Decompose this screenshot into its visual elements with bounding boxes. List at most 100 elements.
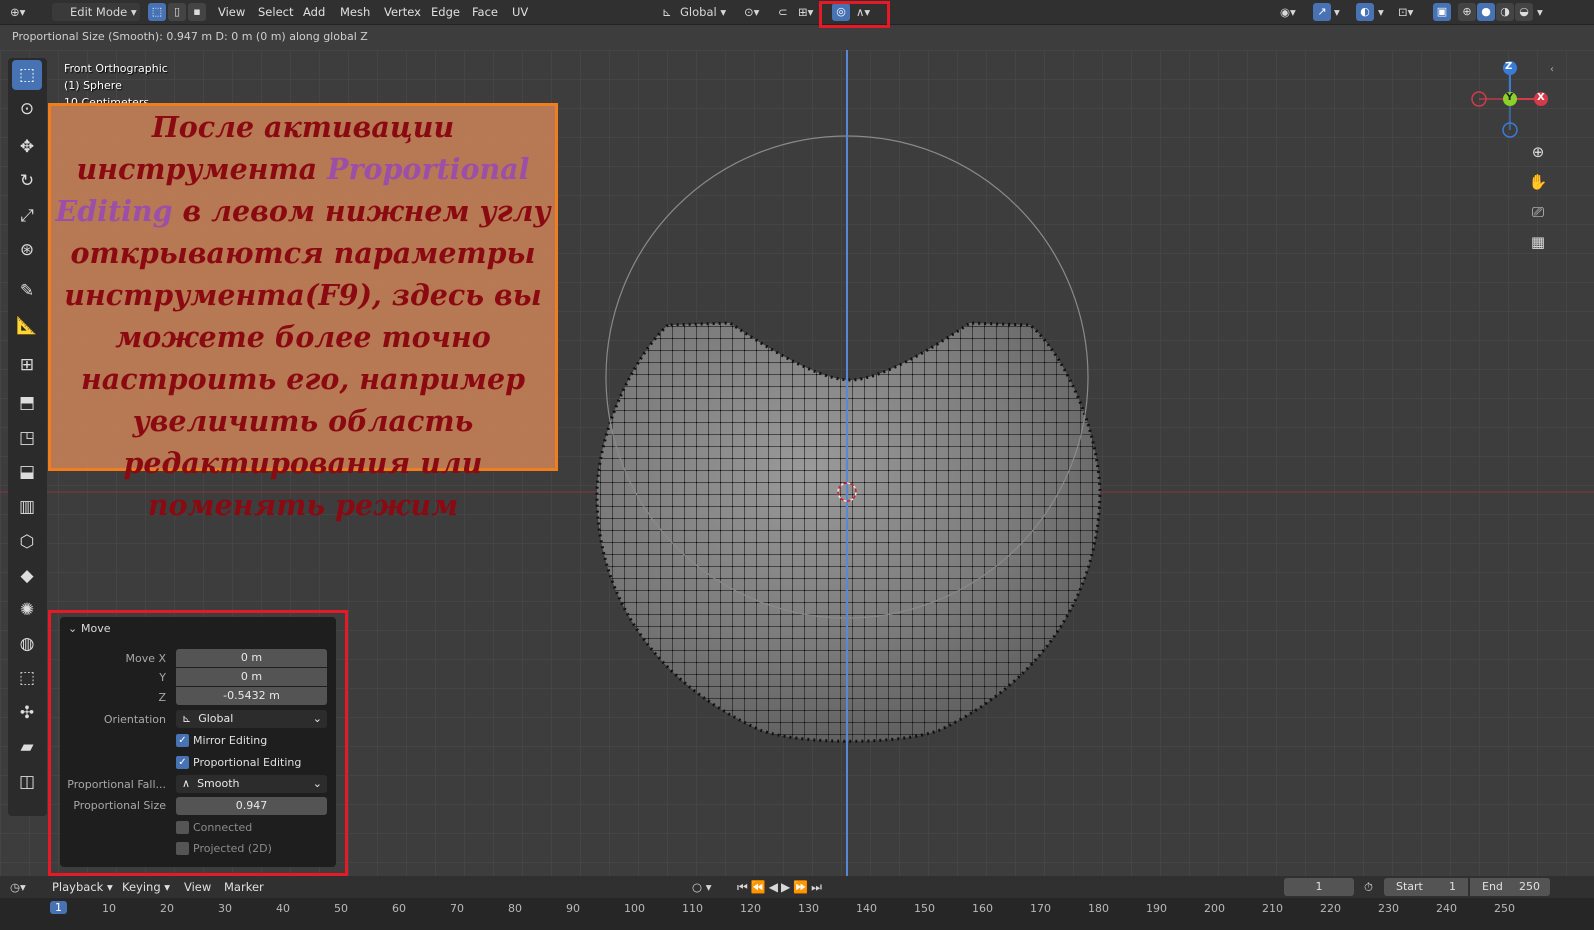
extrude-tool-icon[interactable]: ⬒ [12, 388, 42, 418]
menu-view[interactable]: View [212, 3, 251, 21]
ortho-grid-icon[interactable]: ▦ [1525, 229, 1551, 255]
shading-material-icon[interactable]: ◑ [1496, 3, 1514, 21]
menu-marker[interactable]: Marker [218, 878, 270, 896]
connected-label[interactable]: Connected [193, 821, 252, 834]
cursor-tool-icon[interactable]: ⊙ [12, 94, 42, 124]
shrink-fatten-tool-icon[interactable]: ✣ [12, 698, 42, 728]
menu-edge[interactable]: Edge [425, 3, 466, 21]
shear-tool-icon[interactable]: ▰ [12, 732, 42, 762]
proportional-editing-label[interactable]: Proportional Editing [193, 756, 301, 769]
menu-uv[interactable]: UV [506, 3, 534, 21]
proportional-size-field[interactable]: 0.947 [176, 797, 327, 815]
move-x-field[interactable]: 0 m [176, 649, 327, 667]
timeline-tick: 10 [102, 902, 116, 915]
select-box-icon[interactable]: ⬚ [12, 60, 42, 90]
menu-face[interactable]: Face [466, 3, 504, 21]
rip-tool-icon[interactable]: ◫ [12, 767, 42, 797]
panel-title[interactable]: Move [81, 622, 111, 635]
edge-select-icon[interactable]: ▯ [168, 3, 186, 21]
menu-keying[interactable]: Keying ▾ [116, 878, 176, 896]
connected-checkbox[interactable] [176, 821, 189, 834]
view-name: Front Orthographic [64, 62, 168, 75]
timeline-tick: 110 [682, 902, 703, 915]
timeline-tick: 50 [334, 902, 348, 915]
scale-tool-icon[interactable]: ⤢ [12, 201, 42, 231]
falloff-dropdown[interactable]: ∧ Smooth ⌄ [176, 775, 327, 793]
move-tool-icon[interactable]: ✥ [12, 132, 42, 162]
projected-checkbox[interactable] [176, 842, 189, 855]
pivot-icon[interactable]: ⊙▾ [744, 3, 759, 21]
zoom-icon[interactable]: ⊕ [1525, 139, 1551, 165]
gizmo-x-label[interactable]: X [1537, 92, 1545, 103]
visibility-icon[interactable]: ◉▾ [1280, 3, 1296, 21]
timeline-tick: 40 [276, 902, 290, 915]
playback-controls-icon[interactable]: ⏮⏪◀▶⏩⏭ [737, 878, 825, 896]
orientation-dropdown[interactable]: ⊾ Global ⌄ [176, 710, 327, 728]
gizmo-y-label[interactable]: Y [1506, 92, 1513, 103]
mesh-edit-overlay-icon[interactable]: ⊡▾ [1398, 3, 1413, 21]
gizmo-z-label[interactable]: Z [1505, 61, 1512, 72]
proportional-size-label: Proportional Size [73, 799, 166, 812]
gizmo-dropdown-icon[interactable]: ▾ [1334, 3, 1340, 21]
pan-hand-icon[interactable]: ✋ [1525, 169, 1551, 195]
face-select-icon[interactable]: ▪ [188, 3, 206, 21]
start-frame-field[interactable]: Start 1 [1384, 878, 1468, 896]
end-frame-field[interactable]: End 250 [1470, 878, 1550, 896]
playback-label: Playback [52, 880, 104, 894]
smooth-tool-icon[interactable]: ◍ [12, 629, 42, 659]
menu-timeline-view[interactable]: View [178, 878, 217, 896]
falloff-value: Smooth [197, 777, 240, 790]
measure-tool-icon[interactable]: 📐 [12, 311, 42, 341]
orientation-dropdown[interactable]: Global ▾ [680, 3, 726, 21]
operator-status: Proportional Size (Smooth): 0.947 m D: 0… [12, 30, 368, 43]
mirror-editing-label[interactable]: Mirror Editing [193, 734, 267, 747]
projected-label[interactable]: Projected (2D) [193, 842, 272, 855]
menu-playback[interactable]: Playback ▾ [46, 878, 119, 896]
knife-tool-icon[interactable]: ⬡ [12, 527, 42, 557]
rotate-tool-icon[interactable]: ↻ [12, 166, 42, 196]
overlays-icon[interactable]: ◐ [1356, 3, 1374, 21]
transform-tool-icon[interactable]: ⊛ [12, 235, 42, 265]
timeline-ruler[interactable]: 1 10 20 30 40 50 60 70 80 90 100 110 120 130 140 150 160… [0, 898, 1594, 930]
mode-dropdown[interactable]: Edit Mode ▾ [52, 3, 140, 21]
poly-build-tool-icon[interactable]: ◆ [12, 561, 42, 591]
current-frame-marker[interactable]: 1 [50, 901, 67, 914]
vertex-select-icon[interactable]: ⬚ [148, 3, 166, 21]
shading-rendered-icon[interactable]: ◒ [1515, 3, 1533, 21]
autokey-icon[interactable]: ○ ▾ [692, 878, 711, 896]
timeline-tick: 240 [1436, 902, 1457, 915]
overlays-dropdown-icon[interactable]: ▾ [1378, 3, 1384, 21]
menu-select[interactable]: Select [252, 3, 299, 21]
edge-slide-tool-icon[interactable]: ⬚ [12, 663, 42, 693]
timeline-editor-icon[interactable]: ◷▾ [10, 878, 26, 896]
orientation-icon: ⊾ [662, 5, 672, 19]
inset-tool-icon[interactable]: ◳ [12, 423, 42, 453]
gizmo-icon[interactable]: ↗ [1313, 3, 1331, 21]
timeline-tick: 140 [856, 902, 877, 915]
shading-dropdown-icon[interactable]: ▾ [1537, 3, 1543, 21]
panel-collapse-icon[interactable]: ⌄ [68, 622, 77, 635]
mirror-editing-checkbox[interactable]: ✓ [176, 734, 189, 747]
shading-solid-icon[interactable]: ● [1477, 3, 1495, 21]
annotate-tool-icon[interactable]: ✎ [12, 276, 42, 306]
proportional-editing-checkbox[interactable]: ✓ [176, 756, 189, 769]
snap-icon[interactable]: ⊂ [778, 3, 788, 21]
time-stopwatch-icon[interactable]: ⏱ [1364, 878, 1373, 896]
sidebar-toggle-icon[interactable]: ‹ [1550, 64, 1554, 75]
menu-mesh[interactable]: Mesh [334, 3, 376, 21]
snap-target-icon[interactable]: ⊞▾ [798, 3, 813, 21]
menu-add[interactable]: Add [297, 3, 331, 21]
spin-tool-icon[interactable]: ✺ [12, 595, 42, 625]
move-y-field[interactable]: 0 m [176, 668, 327, 686]
editor-type-icon[interactable]: ⊕▾ [10, 3, 25, 21]
loop-cut-tool-icon[interactable]: ▥ [12, 492, 42, 522]
current-frame-field[interactable]: 1 [1284, 878, 1354, 896]
xray-icon[interactable]: ▣ [1433, 3, 1451, 21]
move-z-field[interactable]: -0.5432 m [176, 687, 327, 705]
chevron-down-icon: ⌄ [312, 712, 322, 725]
bevel-tool-icon[interactable]: ⬓ [12, 457, 42, 487]
add-cube-tool-icon[interactable]: ⊞ [12, 350, 42, 380]
camera-icon[interactable]: ⎚ [1525, 199, 1551, 225]
shading-wireframe-icon[interactable]: ⊕ [1458, 3, 1476, 21]
menu-vertex[interactable]: Vertex [378, 3, 427, 21]
